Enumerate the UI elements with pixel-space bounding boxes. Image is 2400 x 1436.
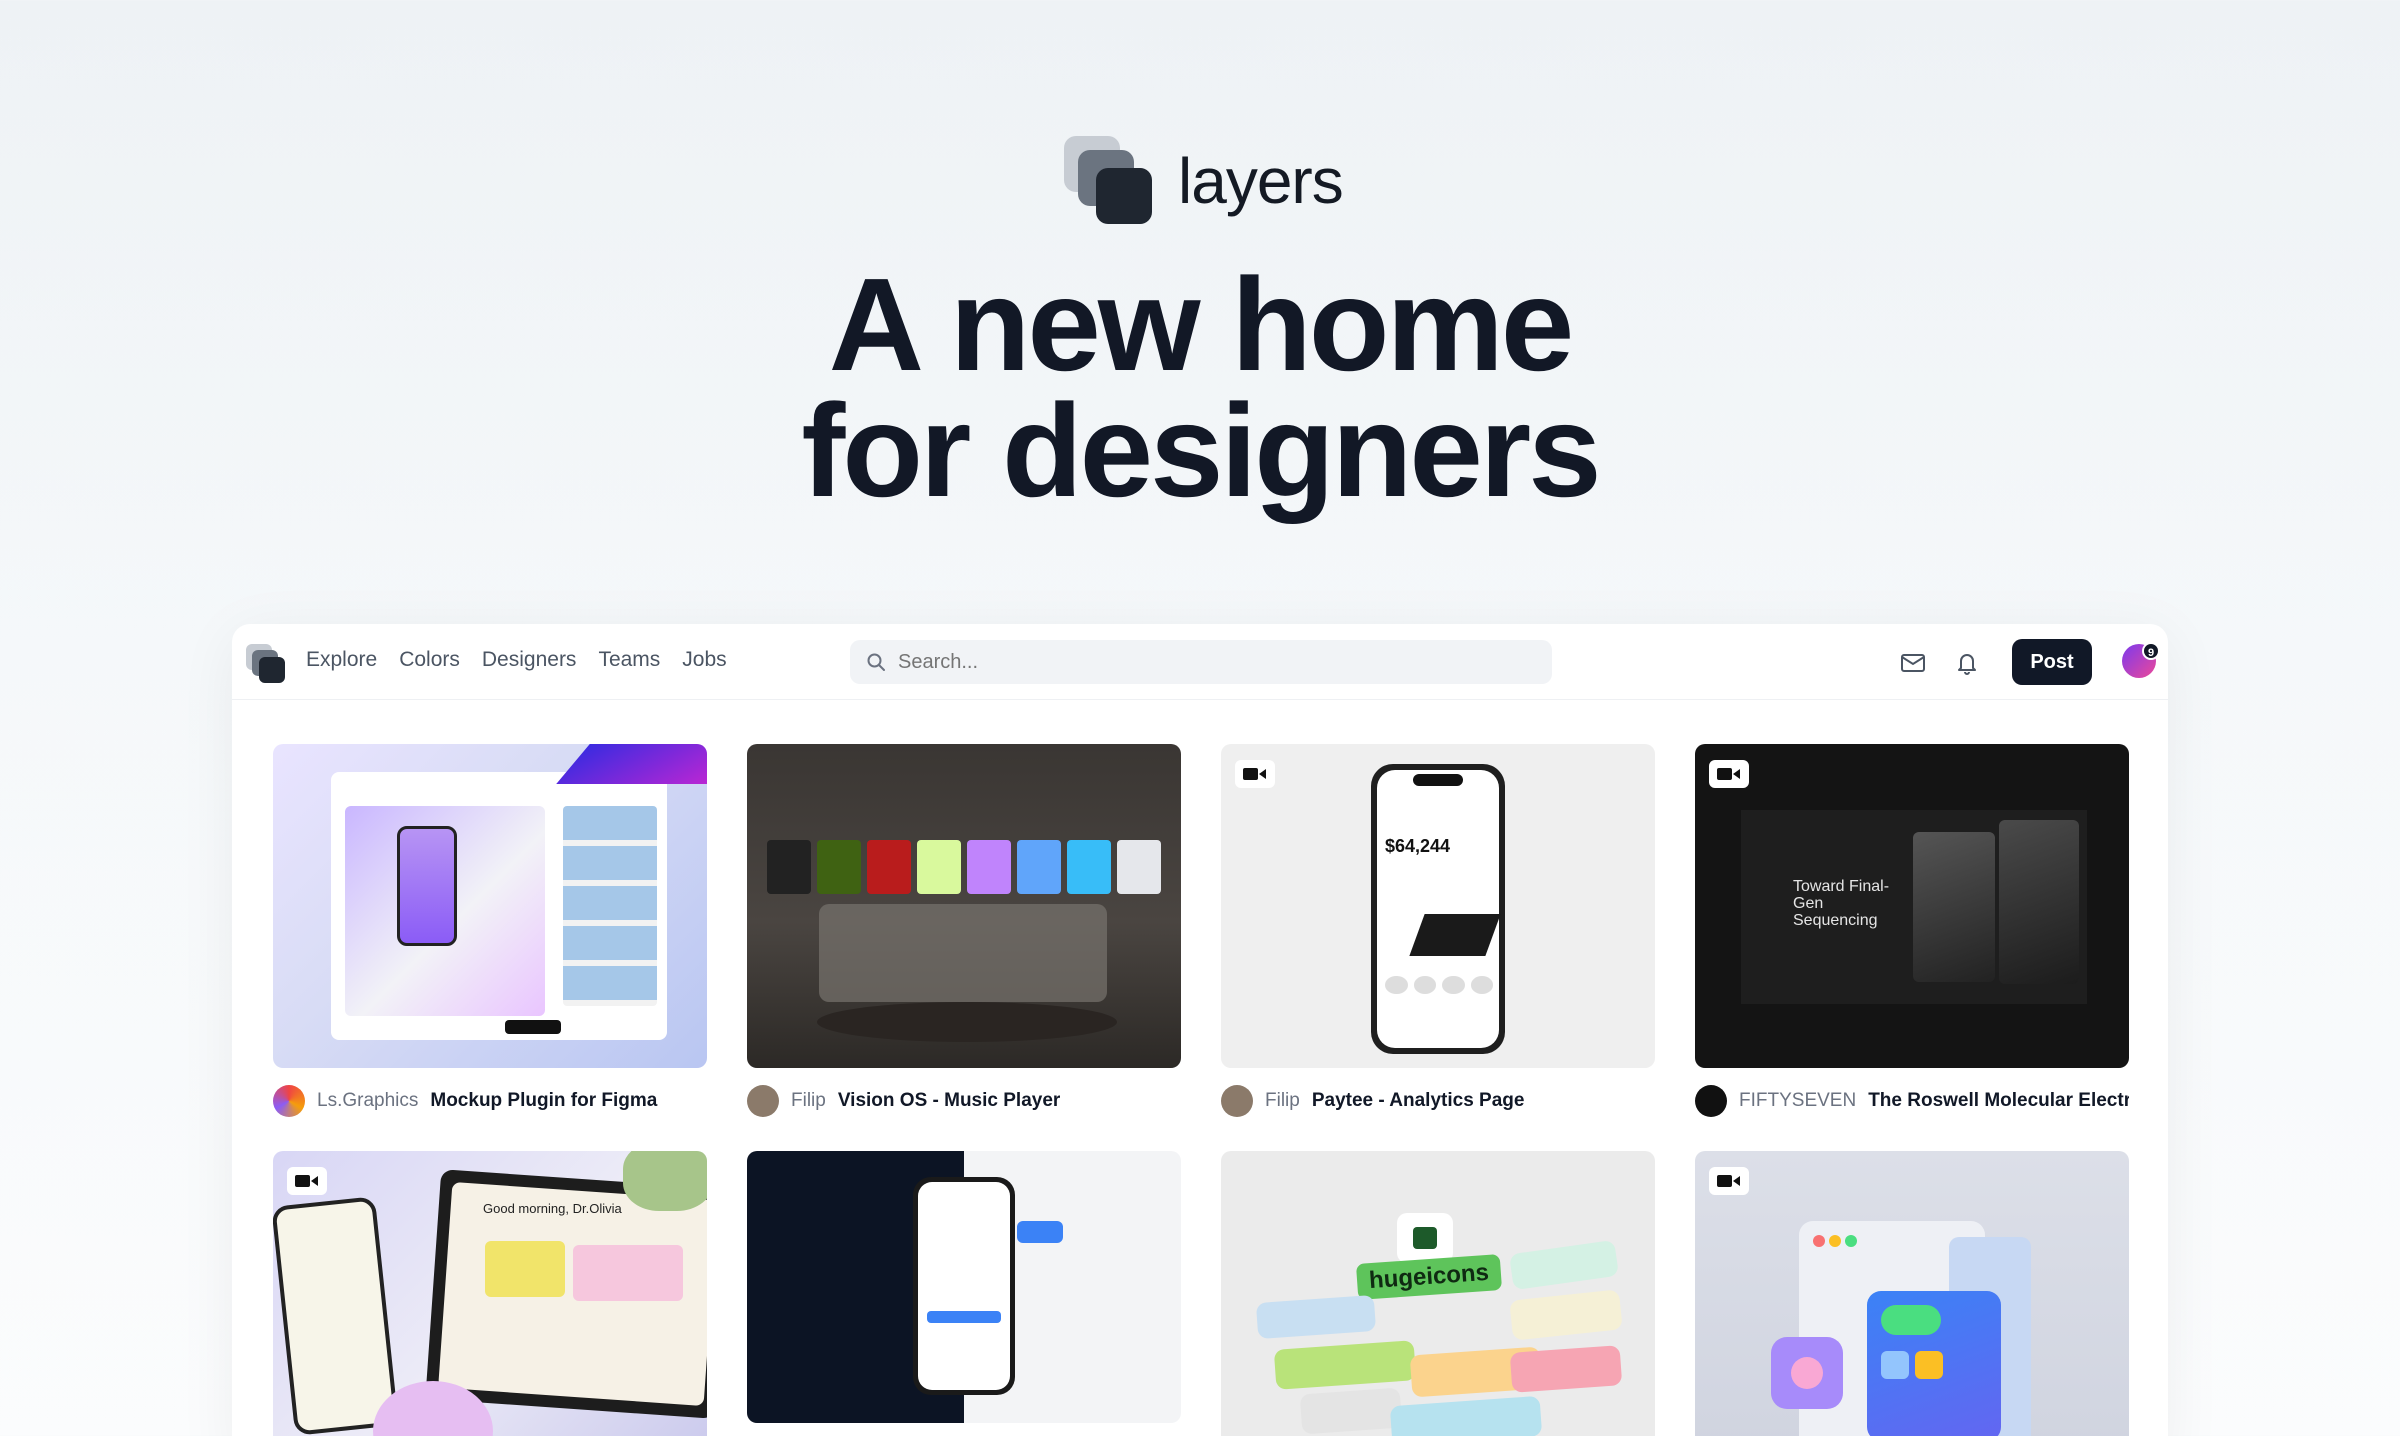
shot-thumbnail[interactable]: Good morning, Dr.Olivia — [273, 1151, 707, 1436]
shot-greeting: Good morning, Dr.Olivia — [483, 1201, 622, 1216]
balance-amount: $64,244 — [1385, 836, 1451, 856]
video-indicator-icon — [1709, 760, 1749, 788]
nav-colors[interactable]: Colors — [399, 648, 460, 672]
shot-thumbnail[interactable] — [747, 1151, 1181, 1423]
shot-thumbnail[interactable]: Toward Final-Gen Sequencing — [1695, 744, 2129, 1068]
shot-brand-label: hugeicons — [1355, 1254, 1503, 1300]
bell-icon[interactable] — [1952, 648, 1982, 678]
search-icon — [867, 653, 885, 671]
hero-section: layers A new home for designers — [0, 0, 2400, 620]
creator-avatar[interactable] — [273, 1085, 305, 1117]
shot-title[interactable]: Vision OS - Music Player — [838, 1090, 1060, 1112]
video-indicator-icon — [287, 1167, 327, 1195]
hero-headline: A new home for designers — [0, 259, 2400, 517]
creator-name[interactable]: FIFTYSEVEN — [1739, 1090, 1856, 1112]
app-logo-icon[interactable] — [246, 644, 286, 684]
shot-card[interactable]: $64,244 Filip Paytee - Analytics Page — [1221, 744, 1655, 1117]
shot-title[interactable]: Paytee - Analytics Page — [1312, 1090, 1525, 1112]
shot-thumbnail[interactable]: hugeicons — [1221, 1151, 1655, 1436]
shot-card[interactable] — [747, 1151, 1181, 1423]
shot-thumbnail[interactable]: $64,244 — [1221, 744, 1655, 1068]
hero-line-2: for designers — [801, 377, 1601, 524]
shot-thumbnail[interactable] — [747, 744, 1181, 1068]
shot-card[interactable]: Filip Vision OS - Music Player — [747, 744, 1181, 1117]
shot-title[interactable]: The Roswell Molecular Electr — [1868, 1090, 2129, 1112]
video-indicator-icon — [1709, 1167, 1749, 1195]
shot-card[interactable] — [1695, 1151, 2129, 1436]
creator-name[interactable]: Ls.Graphics — [317, 1090, 418, 1112]
creator-avatar[interactable] — [1695, 1085, 1727, 1117]
mail-icon[interactable] — [1898, 648, 1928, 678]
nav-jobs[interactable]: Jobs — [682, 648, 726, 672]
shot-card[interactable]: Ls.Graphics Mockup Plugin for Figma — [273, 744, 707, 1117]
hero-line-1: A new home — [828, 251, 1575, 398]
nav-designers[interactable]: Designers — [482, 648, 577, 672]
notification-badge: 9 — [2142, 642, 2160, 660]
layers-logo-icon — [1062, 134, 1156, 228]
creator-name[interactable]: Filip — [791, 1090, 826, 1112]
shot-meta: FIFTYSEVEN The Roswell Molecular Electr — [1695, 1084, 2129, 1118]
shot-thumbnail[interactable] — [273, 744, 707, 1068]
shot-meta: Filip Paytee - Analytics Page — [1221, 1084, 1655, 1118]
main-nav: Explore Colors Designers Teams Jobs — [306, 648, 727, 672]
creator-avatar[interactable] — [747, 1085, 779, 1117]
post-button[interactable]: Post — [2012, 639, 2092, 685]
brand: layers — [1062, 134, 1344, 228]
brand-name: layers — [1178, 145, 1344, 217]
app-window: Explore Colors Designers Teams Jobs Post… — [232, 624, 2168, 1436]
creator-avatar[interactable] — [1221, 1085, 1253, 1117]
shot-card[interactable]: Toward Final-Gen Sequencing FIFTYSEVEN T… — [1695, 744, 2129, 1117]
nav-teams[interactable]: Teams — [598, 648, 660, 672]
shot-card[interactable]: hugeicons — [1221, 1151, 1655, 1436]
shot-thumbnail[interactable] — [1695, 1151, 2129, 1436]
shot-meta: Ls.Graphics Mockup Plugin for Figma — [273, 1084, 707, 1118]
shot-headline: Toward Final-Gen Sequencing — [1793, 878, 1890, 929]
shot-meta: Filip Vision OS - Music Player — [747, 1084, 1181, 1118]
creator-name[interactable]: Filip — [1265, 1090, 1300, 1112]
top-navbar: Explore Colors Designers Teams Jobs Post… — [232, 624, 2168, 700]
shot-title[interactable]: Mockup Plugin for Figma — [430, 1090, 657, 1112]
video-indicator-icon — [1235, 760, 1275, 788]
search-bar[interactable] — [850, 640, 1552, 684]
shot-card[interactable]: Good morning, Dr.Olivia — [273, 1151, 707, 1436]
nav-explore[interactable]: Explore — [306, 648, 377, 672]
search-input[interactable] — [898, 650, 1518, 674]
